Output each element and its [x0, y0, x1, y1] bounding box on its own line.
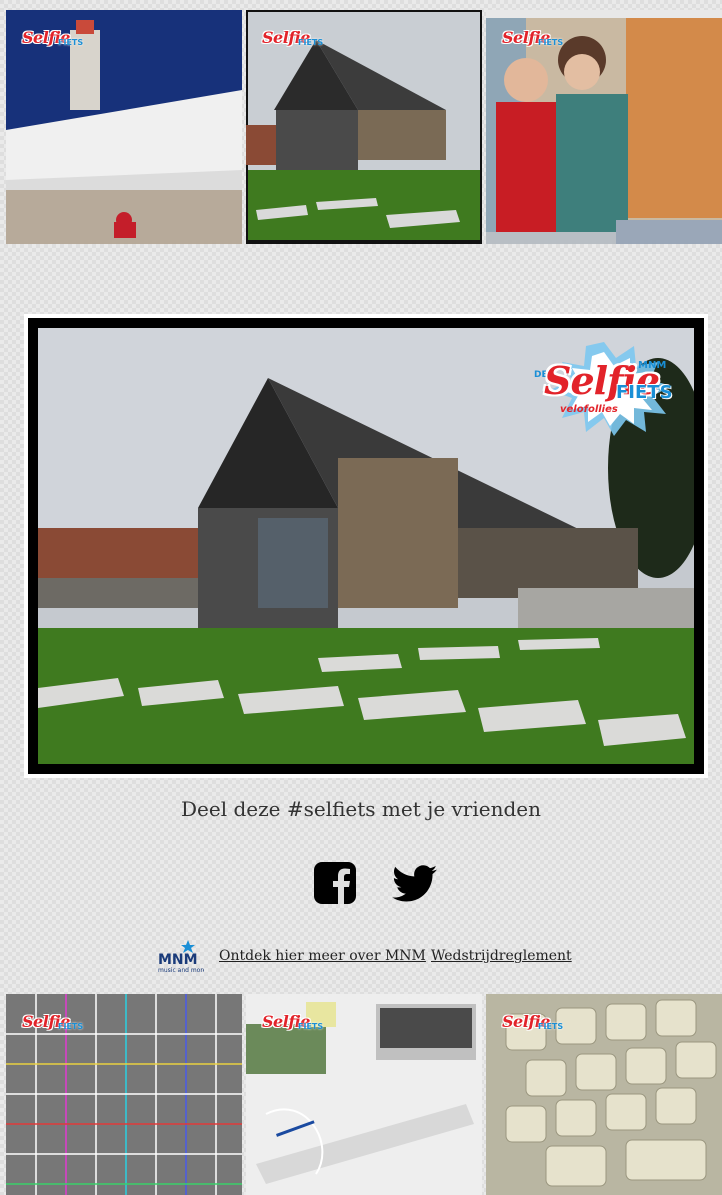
- selected-photo: DE MNM Selfie FIETS velofollies: [28, 318, 704, 774]
- thumbnail-house[interactable]: Selfie FIETS: [246, 10, 482, 244]
- thumbnail-desk[interactable]: Selfie FIETS: [246, 994, 482, 1195]
- link-contest-rules[interactable]: Wedstrijdreglement: [431, 948, 572, 964]
- mnm-logo[interactable]: MNM music and more: [158, 940, 207, 974]
- thumbnail-mont-ventoux[interactable]: Selfie FIETS: [6, 10, 242, 244]
- badge-fiets-text: FIETS: [58, 1022, 84, 1031]
- badge-fiets-text: FIETS: [58, 38, 84, 47]
- selfie-fiets-badge: Selfie FIETS: [252, 1004, 324, 1038]
- selfie-fiets-logo: DE MNM Selfie FIETS velofollies: [534, 340, 684, 436]
- share-heading: Deel deze #selfiets met je vrienden: [181, 797, 541, 821]
- logo-velofollies-text: velofollies: [560, 404, 618, 415]
- twitter-icon: [392, 865, 438, 902]
- badge-fiets-text: FIETS: [298, 1022, 324, 1031]
- selfie-fiets-badge: Selfie FIETS: [492, 20, 564, 54]
- badge-fiets-text: FIETS: [538, 38, 564, 47]
- selected-photo-frame: DE MNM Selfie FIETS velofollies: [24, 314, 708, 778]
- mnm-logo-sub: music and more: [158, 967, 204, 974]
- twitter-share-button[interactable]: [392, 860, 438, 906]
- facebook-share-button[interactable]: [314, 860, 358, 906]
- logo-fiets-text: FIETS: [616, 382, 673, 403]
- thumbnail-grid[interactable]: Selfie FIETS: [6, 994, 242, 1195]
- thumbnail-keyboard[interactable]: Selfie FIETS: [486, 994, 722, 1195]
- link-discover-mnm[interactable]: Ontdek hier meer over MNM: [219, 948, 426, 964]
- selfie-fiets-badge: Selfie FIETS: [12, 1004, 84, 1038]
- badge-fiets-text: FIETS: [298, 38, 324, 47]
- thumbnail-people[interactable]: Selfie FIETS: [486, 10, 722, 244]
- facebook-icon: [314, 862, 356, 904]
- mnm-logo-image: MNM music and more: [158, 940, 207, 974]
- mnm-logo-text: MNM: [158, 952, 198, 968]
- selfie-fiets-badge: Selfie FIETS: [252, 20, 324, 54]
- selfie-fiets-badge: Selfie FIETS: [492, 1004, 564, 1038]
- badge-fiets-text: FIETS: [538, 1022, 564, 1031]
- selfie-fiets-badge: Selfie FIETS: [12, 20, 84, 54]
